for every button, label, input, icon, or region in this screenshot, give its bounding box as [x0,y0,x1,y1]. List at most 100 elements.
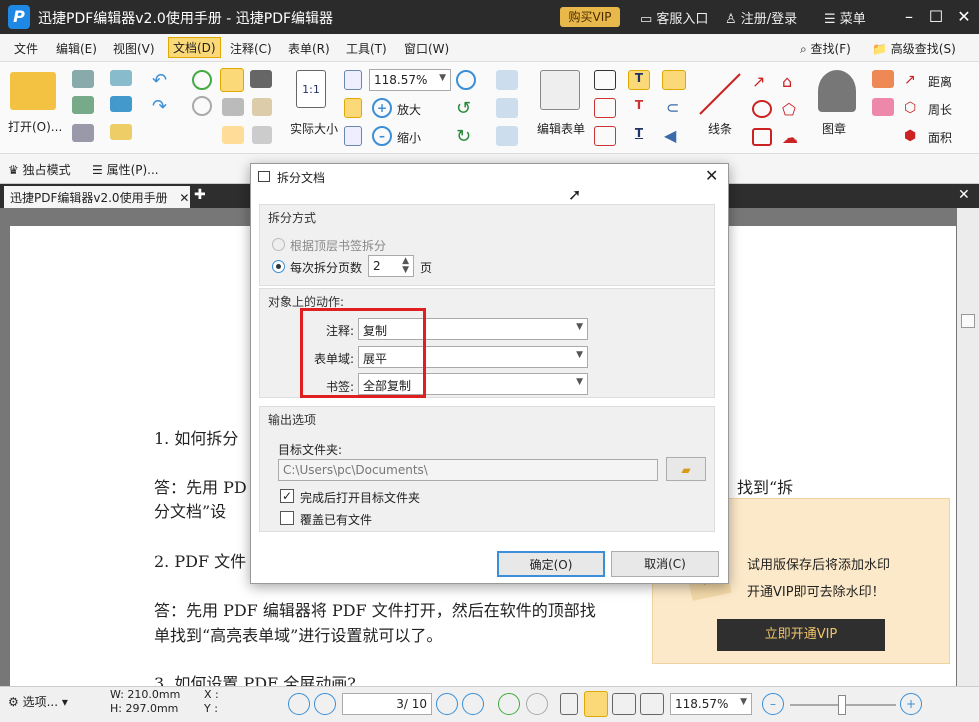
polyline-icon[interactable]: ⌂ [782,72,802,91]
close-tab-icon[interactable]: ✕ [179,191,189,205]
text-field-icon[interactable] [496,98,518,118]
stamp-icon[interactable] [818,70,856,112]
per-pages-radio[interactable] [272,260,285,273]
edit-form-icon[interactable] [540,70,580,110]
actual-size-icon[interactable]: 1:1 [296,70,326,108]
page-icon[interactable] [252,126,272,144]
properties-button[interactable]: ☰ 属性(P)... [92,161,159,178]
dialog-close-button[interactable]: ✕ [705,166,718,185]
distance-button[interactable]: 距离 [928,73,952,90]
login-button[interactable]: ♙ 注册/登录 [725,8,797,27]
zoom-slider-thumb[interactable] [838,695,846,715]
history-forward-icon[interactable] [526,693,548,715]
save-icon[interactable] [72,70,94,88]
last-page-icon[interactable] [462,693,484,715]
cloud-icon[interactable]: ☁ [782,128,802,147]
target-folder-input[interactable]: C:\Users\pc\Documents\ [278,459,658,481]
vertical-scrollbar[interactable] [957,208,979,686]
text-box-icon[interactable] [594,70,616,90]
pencil-icon[interactable] [872,70,894,88]
forward-icon[interactable] [192,96,212,116]
crop-icon[interactable] [222,126,244,144]
by-bookmark-radio[interactable] [272,238,285,251]
overwrite-checkbox[interactable] [280,511,294,525]
close-all-tabs-button[interactable]: ✕ [958,187,970,203]
menu-tools[interactable]: 工具(T) [346,40,387,57]
buy-vip-button[interactable]: 购买VIP [560,7,620,27]
fit-visible-icon[interactable] [344,126,362,146]
rotate-left-icon[interactable]: ↺ [456,98,476,119]
note-icon[interactable] [662,70,686,90]
open-folder-icon[interactable] [10,72,56,110]
perimeter-button[interactable]: 周长 [928,101,952,118]
email-icon[interactable] [110,70,132,86]
actual-size-button[interactable]: 实际大小 [290,120,338,137]
page-number-input[interactable]: 3/ 10 [342,693,432,715]
ellipse-icon[interactable] [752,100,772,118]
spinner-arrows-icon[interactable]: ▲ ▼ [402,257,409,275]
minimize-button[interactable]: – [898,6,920,28]
status-zoom-in-icon[interactable]: + [900,693,922,715]
arrow-tool-icon[interactable]: ↗ [752,72,772,91]
attach-icon[interactable]: ⊂ [666,98,682,120]
menu-button[interactable]: ☰ 菜单 [824,8,866,27]
rotate-right-icon[interactable]: ↻ [456,126,476,147]
cancel-button[interactable]: 取消(C) [611,551,719,577]
scan-icon[interactable] [110,96,132,112]
select-text-icon[interactable] [222,98,244,116]
status-zoom-combo[interactable]: 118.57% ▼ [670,693,752,715]
continuous-facing-icon[interactable] [640,693,664,715]
find-button[interactable]: ⌕ 查找(F) [800,40,851,57]
menu-view[interactable]: 视图(V) [113,40,155,57]
customer-service-button[interactable]: ▭ 客服入口 [640,8,708,27]
fit-width-icon[interactable] [344,98,362,118]
new-tab-button[interactable]: ✚ [194,187,206,203]
export-icon[interactable] [72,124,94,142]
polygon-icon[interactable]: ⬠ [782,100,802,119]
next-page-icon[interactable] [436,693,458,715]
open-after-checkbox[interactable]: ✓ [280,489,294,503]
scrollbar-thumb[interactable] [961,314,975,328]
typewriter-icon[interactable] [594,126,616,146]
area-button[interactable]: 面积 [928,129,952,146]
menu-edit[interactable]: 编辑(E) [56,40,97,57]
new-doc-icon[interactable] [110,124,132,140]
highlight-text-icon[interactable]: T [628,70,650,90]
perimeter-icon[interactable]: ⬡ [904,100,926,116]
zoom-in-icon[interactable] [456,70,476,90]
browse-folder-button[interactable]: ▰ [666,457,706,481]
first-page-icon[interactable] [288,693,310,715]
area-icon[interactable]: ⬢ [904,128,926,144]
fit-page-icon[interactable] [344,70,362,90]
tab-document[interactable]: 迅捷PDF编辑器v2.0使用手册 ✕ [4,186,190,208]
menu-annotation[interactable]: 注释(C) [230,40,272,57]
menu-document[interactable]: 文档(D) [168,37,221,58]
stamp-button[interactable]: 图章 [822,120,846,137]
options-button[interactable]: ⚙ 选项... ▾ [8,693,68,710]
open-vip-button[interactable]: 立即开通VIP [717,619,885,651]
edit-form-button[interactable]: 编辑表单 [537,120,585,137]
open-button[interactable]: 打开(O)... [8,118,62,135]
strikeout-icon[interactable]: T [628,98,650,118]
advanced-find-button[interactable]: 📁 高级查找(S) [872,40,956,57]
prev-page-icon[interactable] [314,693,336,715]
eraser-icon[interactable] [872,98,894,116]
print-icon[interactable] [72,96,94,114]
exclusive-mode-button[interactable]: ♛ 独占模式 [8,161,71,178]
pages-spinner[interactable]: 2 ▲ ▼ [368,255,414,277]
hand-tool-icon[interactable] [220,68,244,92]
status-zoom-out-icon[interactable]: – [762,693,784,715]
menu-form[interactable]: 表单(R) [288,40,330,57]
continuous-page-icon[interactable] [584,691,608,717]
paste-icon[interactable] [252,98,272,116]
add-field-icon[interactable] [496,126,518,146]
ok-button[interactable]: 确定(O) [497,551,605,577]
callout-icon[interactable] [594,98,616,118]
zoom-out-minus-icon[interactable]: – [372,126,392,146]
menu-file[interactable]: 文件 [14,40,38,57]
back-icon[interactable] [192,70,212,90]
snapshot-icon[interactable] [250,70,272,88]
zoom-out-button[interactable]: 缩小 [397,129,421,146]
undo-icon[interactable]: ↶ [152,70,172,91]
line-icon[interactable] [696,70,744,118]
